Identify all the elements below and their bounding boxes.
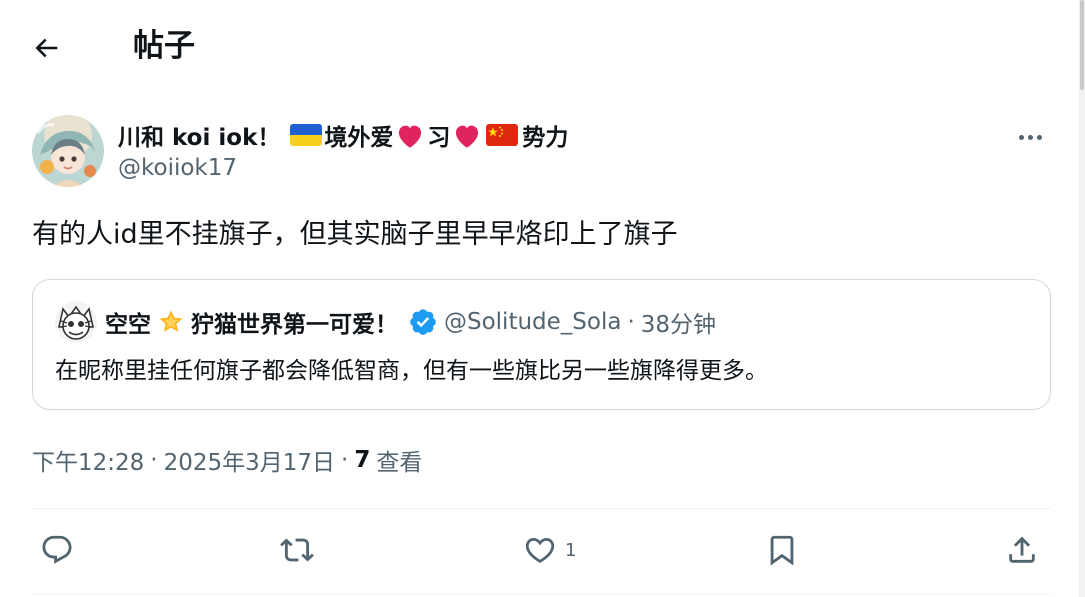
avatar-image-icon [32,115,104,187]
views-count: 7 [354,447,371,473]
more-options-button[interactable] [1008,119,1052,155]
quote-name-suffix: 狞猫世界第一可爱！ [191,312,398,338]
more-dots-icon [1018,134,1042,140]
glowing-star-icon [155,307,187,337]
tweet-author: 川和 koi iok！ 境外爱 习 势力 @koiiok17 [32,115,1052,190]
arrow-left-icon [35,38,58,58]
reply-button[interactable] [40,522,74,578]
divider [32,508,1051,509]
quoted-tweet[interactable]: 空空 狞猫世界第一可爱！ @Solitude_Sola · 38分钟 在昵称里挂… [32,279,1051,410]
display-name[interactable]: 川和 koi iok！ 境外爱 习 势力 [118,119,568,151]
quote-display-name[interactable]: 空空 狞猫世界第一可爱！ [105,305,398,339]
red-heart-icon [450,120,484,150]
repost-button[interactable] [280,522,314,578]
reply-icon [42,535,72,564]
display-name-part: 势力 [522,125,569,151]
display-name-part: 境外爱 [324,125,394,151]
page-title: 帖子 [133,28,195,64]
tweet-meta: 下午12:28 · 2025年3月17日 · 7 查看 [32,442,422,478]
scrollbar[interactable] [1079,0,1085,597]
like-button[interactable]: 1 [523,522,576,578]
tweet-text: 有的人id里不挂旗子，但其实脑子里早早烙印上了旗子 [32,219,678,250]
heart-outline-icon [525,537,555,563]
quote-avatar-image-icon [55,301,97,343]
quote-avatar[interactable] [55,301,97,343]
avatar[interactable] [32,115,104,187]
tweet-date[interactable]: 2025年3月17日 [164,443,335,477]
quote-handle[interactable]: @Solitude_Sola [444,309,621,335]
back-button[interactable] [24,26,68,70]
tweet-time[interactable]: 下午12:28 [32,443,144,477]
verified-badge-icon [408,307,438,337]
quote-text: 在昵称里挂任何旗子都会降低智商，但有一些旗比另一些旗降得更多。 [55,358,768,384]
meta-separator: · [150,447,158,473]
views-label: 查看 [376,450,423,476]
ukraine-flag-icon [290,124,323,146]
quote-separator: · [627,309,635,335]
quote-timestamp[interactable]: 38分钟 [641,305,716,339]
author-handle[interactable]: @koiiok17 [118,155,237,181]
scrollbar-thumb[interactable] [1080,0,1084,90]
action-bar: 1 [32,522,1051,578]
bookmark-button[interactable] [765,522,799,578]
china-flag-icon [486,124,519,146]
share-button[interactable] [1005,522,1039,578]
quote-name-prefix: 空空 [105,312,151,338]
bookmark-icon [770,535,794,566]
repost-icon [280,538,314,562]
quoted-tweet-header: 空空 狞猫世界第一可爱！ @Solitude_Sola · 38分钟 [55,301,716,343]
divider [32,594,1051,595]
share-icon [1009,536,1035,563]
display-name-part: 川和 koi iok！ [118,125,281,151]
meta-separator: · [341,447,349,473]
like-count: 1 [565,539,577,561]
display-name-part: 习 [427,125,451,151]
page-header: 帖子 [0,0,1075,92]
red-heart-icon [393,120,427,150]
